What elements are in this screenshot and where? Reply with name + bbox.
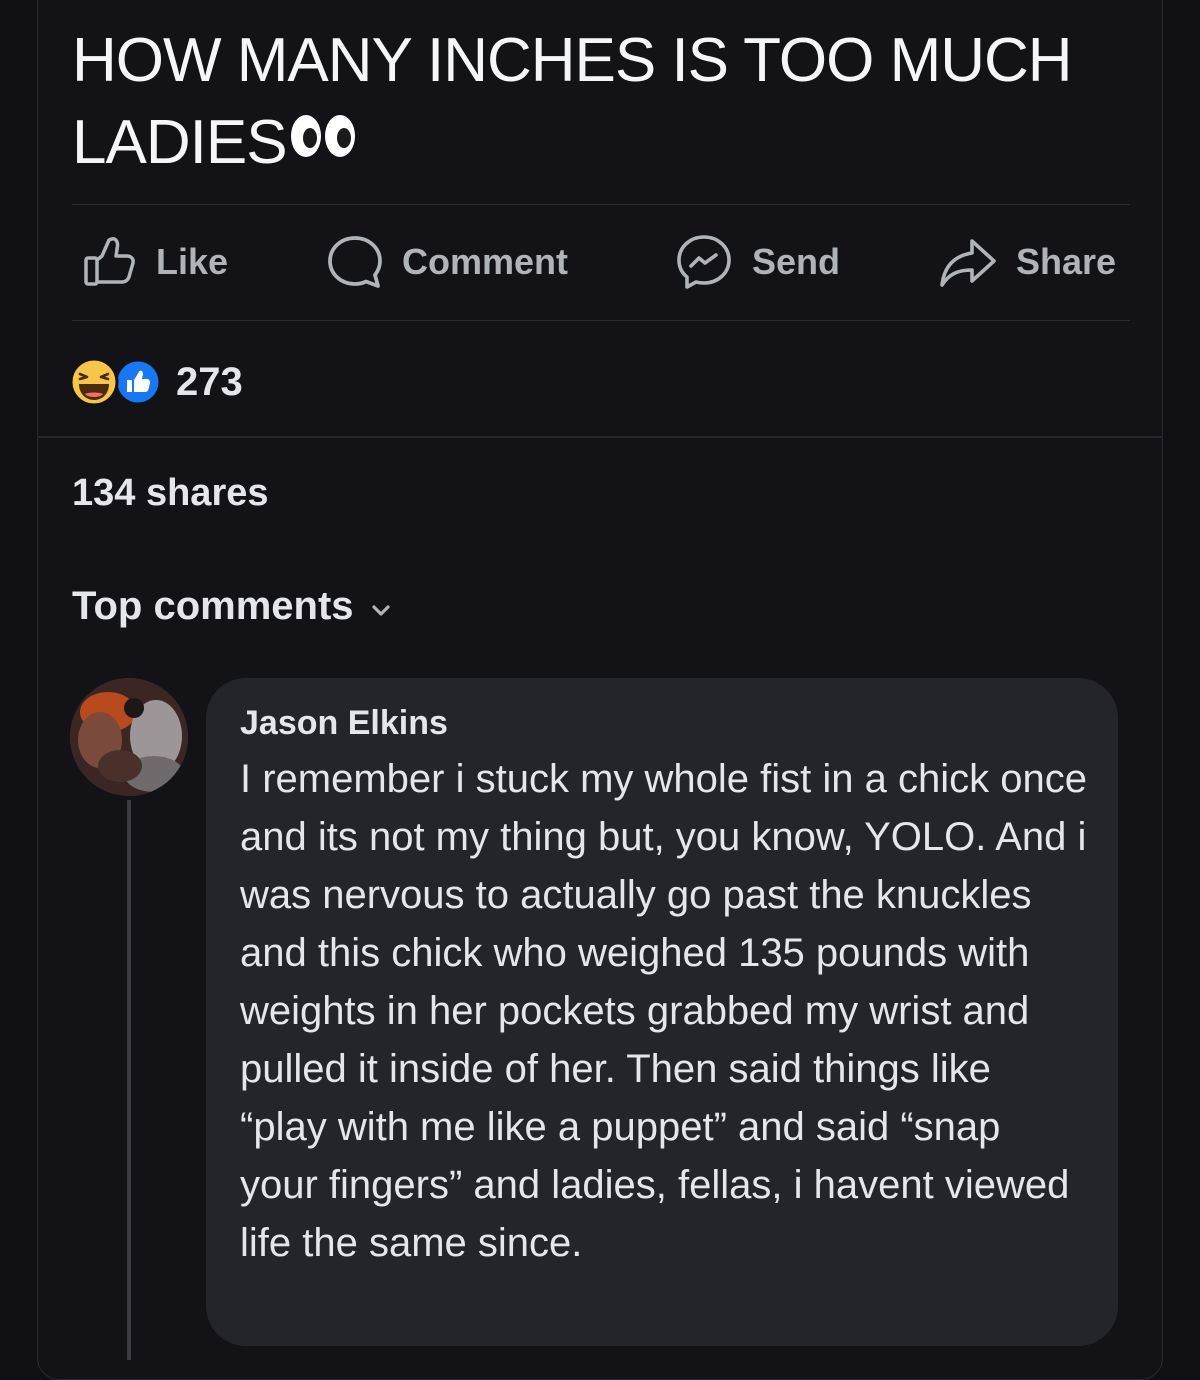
reaction-count: 273 — [176, 359, 243, 404]
comment-label: Comment — [402, 241, 569, 282]
comment-author[interactable]: Jason Elkins — [240, 700, 1088, 746]
avatar[interactable] — [70, 678, 188, 796]
section-divider — [37, 436, 1163, 438]
divider-bottom — [72, 320, 1130, 321]
comment-text: I remember i stuck my whole fist in a ch… — [240, 757, 1087, 1265]
comment-bubble: Jason Elkins I remember i stuck my whole… — [206, 678, 1118, 1346]
post-title-text: HOW MANY INCHES IS TOO MUCH LADIES — [72, 26, 1073, 177]
share-button[interactable]: Share — [938, 206, 1116, 318]
send-label: Send — [752, 241, 841, 282]
chevron-down-icon — [370, 584, 392, 629]
share-arrow-icon — [938, 235, 998, 289]
like-label: Like — [156, 241, 229, 282]
reaction-summary[interactable]: 273 — [68, 352, 243, 412]
post-title: HOW MANY INCHES IS TOO MUCH LADIES — [72, 20, 1152, 188]
shares-count[interactable]: 134 shares — [72, 472, 269, 515]
like-button[interactable]: Like — [82, 206, 228, 318]
like-reaction-icon — [114, 358, 162, 411]
share-label: Share — [1016, 241, 1117, 282]
comment-button[interactable]: Comment — [326, 206, 568, 318]
post-action-bar: Like Comment Send Share — [72, 206, 1130, 318]
thumbs-up-icon — [82, 234, 138, 290]
reaction-icons — [68, 355, 168, 409]
eyes-emoji-icon — [289, 100, 359, 182]
send-button[interactable]: Send — [674, 206, 840, 318]
haha-reaction-icon — [68, 356, 120, 413]
comment-bubble-icon — [326, 233, 384, 291]
thread-line — [127, 800, 131, 1360]
divider-top — [72, 204, 1130, 205]
comments-sort-dropdown[interactable]: Top comments — [72, 584, 392, 629]
messenger-icon — [674, 232, 734, 292]
comments-sort-label: Top comments — [72, 584, 354, 628]
